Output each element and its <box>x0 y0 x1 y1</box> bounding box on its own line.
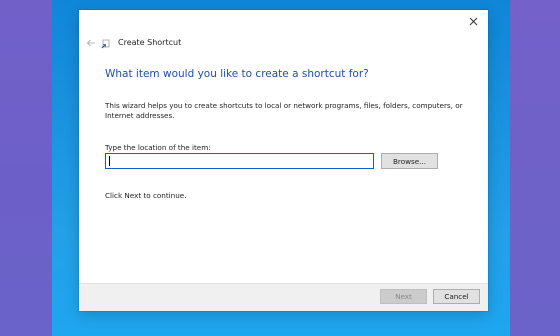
desktop-background-right <box>510 0 560 336</box>
wizard-heading: What item would you like to create a sho… <box>105 68 369 80</box>
text-caret <box>109 156 110 166</box>
location-input[interactable] <box>105 153 374 169</box>
window-title: Create Shortcut <box>118 38 182 47</box>
continue-hint: Click Next to continue. <box>105 191 187 200</box>
create-shortcut-dialog: Create Shortcut What item would you like… <box>79 10 488 311</box>
location-label: Type the location of the item: <box>105 143 211 152</box>
cancel-button[interactable]: Cancel <box>433 289 480 304</box>
next-button[interactable]: Next <box>380 289 427 304</box>
wizard-description: This wizard helps you to create shortcut… <box>105 101 463 120</box>
back-arrow-icon <box>86 39 95 47</box>
dialog-footer: Next Cancel <box>79 283 488 311</box>
back-button[interactable] <box>85 37 97 49</box>
shortcut-wizard-icon <box>101 39 110 49</box>
browse-button[interactable]: Browse... <box>381 153 438 169</box>
desktop-background-left <box>0 0 52 336</box>
title-bar: Create Shortcut <box>79 10 488 70</box>
